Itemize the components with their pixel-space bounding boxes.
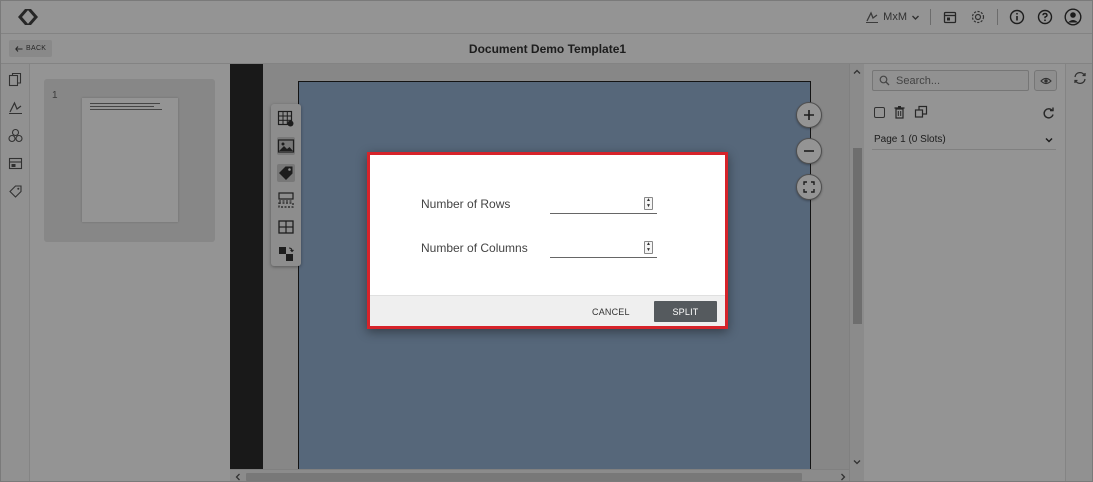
dialog-footer: CANCEL SPLIT — [370, 295, 725, 326]
split-button[interactable]: SPLIT — [654, 301, 717, 322]
rows-field-row: Number of Rows ▲ ▼ — [421, 195, 657, 214]
rows-label: Number of Rows — [421, 197, 511, 211]
rows-field[interactable]: ▲ ▼ — [550, 195, 657, 214]
cancel-button[interactable]: CANCEL — [592, 304, 630, 320]
columns-stepper[interactable]: ▲ ▼ — [644, 241, 653, 254]
columns-field[interactable]: ▲ ▼ — [550, 239, 657, 258]
split-dialog: Number of Rows ▲ ▼ Number of Columns ▲ ▼ C… — [367, 152, 728, 329]
columns-input[interactable] — [550, 239, 640, 257]
columns-label: Number of Columns — [421, 241, 528, 255]
rows-stepper[interactable]: ▲ ▼ — [644, 197, 653, 210]
app-window: MxM Document Demo Template1 BACK 1 Searc… — [0, 0, 1093, 482]
rows-input[interactable] — [550, 195, 640, 213]
columns-field-row: Number of Columns ▲ ▼ — [421, 239, 657, 258]
